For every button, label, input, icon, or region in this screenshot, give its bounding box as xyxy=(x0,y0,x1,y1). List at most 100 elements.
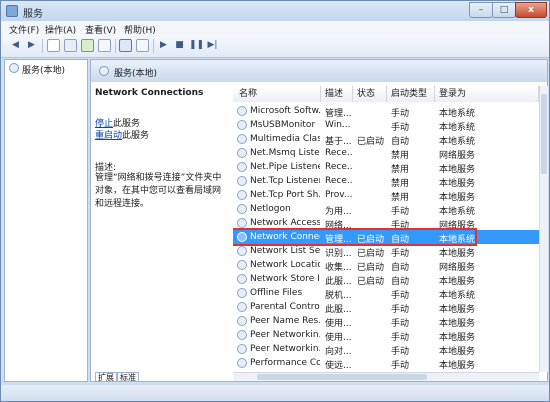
horizontal-scroll-thumb[interactable] xyxy=(257,374,427,380)
service-startup-type: 手动 xyxy=(391,361,410,371)
service-row[interactable]: Net.Msmq Liste...Rece...禁用网络服务 xyxy=(233,146,539,161)
service-name: Parental Controls xyxy=(250,302,320,312)
gear-icon xyxy=(237,162,247,172)
gear-icon xyxy=(237,260,247,270)
tree-item-services-local[interactable]: 服务(本地) xyxy=(22,63,65,76)
service-row[interactable]: Microsoft Softw... 管理... 手动 本地系统 xyxy=(233,104,539,119)
service-name: Net.Msmq Liste... xyxy=(250,148,320,158)
service-description: 使远... xyxy=(325,361,352,371)
services-window: 服务 – □ x 文件(F) 操作(A) 查看(V) 帮助(H) ◀ ▶ ▶ ■… xyxy=(0,0,550,402)
service-name: Network Access ... xyxy=(250,218,320,228)
service-row[interactable]: Network Store I...此服...已启动自动本地服务 xyxy=(233,272,539,287)
toolbar: ◀ ▶ ▶ ■ ❚❚ ▶| xyxy=(1,35,549,58)
restart-service-link[interactable]: 重启动 xyxy=(95,128,122,141)
column-header-startup-type[interactable]: 启动类型 xyxy=(387,86,435,102)
service-name: Offline Files xyxy=(250,288,303,298)
restart-service-suffix: 此服务 xyxy=(122,131,150,141)
service-row[interactable]: Netlogon 为用... 手动 本地系统 xyxy=(233,202,539,217)
service-name: Peer Networkin... xyxy=(250,344,320,354)
start-service-icon[interactable]: ▶ xyxy=(157,39,170,52)
vertical-scrollbar[interactable] xyxy=(539,86,548,372)
gear-icon xyxy=(237,190,247,200)
gear-icon xyxy=(237,302,247,312)
vertical-scroll-thumb[interactable] xyxy=(541,94,547,174)
service-name: Netlogon xyxy=(250,204,291,214)
console-tree-icon[interactable] xyxy=(47,39,60,52)
services-pane: 服务(本地) Network Connections 停止 此服务 重启动 此服… xyxy=(90,59,548,382)
gear-icon xyxy=(237,134,247,144)
service-row[interactable]: Net.Tcp Listener...Rece...禁用本地服务 xyxy=(233,174,539,189)
stop-service-icon[interactable]: ■ xyxy=(173,39,186,52)
service-row[interactable]: Performance Co... 使远... 手动 本地服务 xyxy=(233,356,539,371)
service-logon: 本地服务 xyxy=(439,361,476,371)
service-row[interactable]: Multimedia Clas...基于...已启动自动本地系统 xyxy=(233,132,539,147)
column-header-name[interactable]: 名称 xyxy=(233,86,321,102)
gear-icon xyxy=(237,204,247,214)
column-header-status[interactable]: 状态 xyxy=(353,86,387,102)
horizontal-scrollbar[interactable] xyxy=(233,372,539,381)
view-tabs: 扩展 标准 xyxy=(91,372,231,382)
service-row[interactable]: Peer Networkin... 使用... 手动 本地服务 xyxy=(233,328,539,343)
service-row[interactable]: MsUSBMonitor Win... 手动 本地系统 xyxy=(233,118,539,133)
service-detail-pane: Network Connections 停止 此服务 重启动 此服务 描述: 管… xyxy=(91,82,231,372)
service-name: Peer Networkin... xyxy=(250,330,320,340)
service-row[interactable]: Peer Networkin... 向对... 手动 本地服务 xyxy=(233,342,539,357)
gear-icon xyxy=(237,148,247,158)
service-description: Rece... xyxy=(325,176,353,186)
column-header-logon[interactable]: 登录为 xyxy=(435,86,539,102)
title-bar[interactable]: 服务 – □ x xyxy=(1,1,549,21)
toolbar-separator xyxy=(115,39,116,53)
close-button[interactable]: x xyxy=(515,2,547,18)
service-row[interactable]: Net.Pipe Listene...Rece...禁用本地服务 xyxy=(233,160,539,175)
service-name: Net.Tcp Listener... xyxy=(250,176,320,186)
toolbar-separator xyxy=(153,39,154,53)
view-icon[interactable] xyxy=(136,39,149,52)
console-tree: 服务(本地) xyxy=(4,59,88,382)
maximize-button[interactable]: □ xyxy=(492,2,516,18)
gear-icon xyxy=(237,246,247,256)
restart-service-icon[interactable]: ▶| xyxy=(206,39,219,52)
menu-bar: 文件(F) 操作(A) 查看(V) 帮助(H) xyxy=(1,21,549,36)
tab-extended[interactable]: 扩展 xyxy=(95,372,117,382)
service-name: Net.Pipe Listene... xyxy=(250,162,320,172)
pane-header: 服务(本地) xyxy=(91,60,547,82)
minimize-button[interactable]: – xyxy=(469,2,493,18)
properties-icon[interactable] xyxy=(64,39,77,52)
services-app-icon xyxy=(6,5,18,17)
refresh-icon[interactable] xyxy=(81,39,94,52)
service-row[interactable]: Offline Files 脱机... 手动 本地系统 xyxy=(233,286,539,301)
service-description: Win... xyxy=(325,120,351,130)
service-name: Network List Ser... xyxy=(250,246,320,256)
service-name: Multimedia Clas... xyxy=(250,134,320,144)
service-row[interactable]: Parental Controls 此服... 手动 本地服务 xyxy=(233,300,539,315)
services-list: 名称 描述 状态 启动类型 登录为 Microsoft Softw... 管理..… xyxy=(233,82,539,372)
service-row[interactable]: Net.Tcp Port Sh... Prov... 禁用 本地服务 xyxy=(233,188,539,203)
service-name: Net.Tcp Port Sh... xyxy=(250,190,320,200)
service-name: Performance Co... xyxy=(250,358,320,368)
gear-icon xyxy=(237,344,247,354)
tab-standard[interactable]: 标准 xyxy=(117,372,139,382)
status-bar xyxy=(1,385,549,401)
export-list-icon[interactable] xyxy=(98,39,111,52)
help-icon[interactable] xyxy=(119,39,132,52)
toolbar-separator xyxy=(42,39,43,53)
service-name: Network Locatio... xyxy=(250,260,320,270)
service-row[interactable]: Network List Ser...识别...已启动手动本地服务 xyxy=(233,244,539,259)
service-row[interactable]: Network Connec...管理...已启动自动本地系统 xyxy=(233,228,539,246)
pane-title: 服务(本地) xyxy=(114,69,158,79)
service-name-heading: Network Connections xyxy=(95,88,204,98)
column-header-description[interactable]: 描述 xyxy=(321,86,353,102)
service-name: Microsoft Softw... xyxy=(250,106,320,116)
service-row[interactable]: Network Locatio...收集...已启动自动网络服务 xyxy=(233,258,539,273)
service-name: MsUSBMonitor xyxy=(250,120,316,130)
service-description: Rece... xyxy=(325,162,353,172)
back-icon[interactable]: ◀ xyxy=(9,39,22,52)
service-row[interactable]: Peer Name Res... 使用... 手动 本地服务 xyxy=(233,314,539,329)
service-description: Prov... xyxy=(325,190,353,200)
gear-icon xyxy=(237,176,247,186)
forward-icon[interactable]: ▶ xyxy=(25,39,38,52)
service-name: Peer Name Res... xyxy=(250,316,320,326)
gear-icon xyxy=(237,120,247,130)
gear-icon xyxy=(237,358,247,368)
pause-service-icon[interactable]: ❚❚ xyxy=(189,39,204,52)
